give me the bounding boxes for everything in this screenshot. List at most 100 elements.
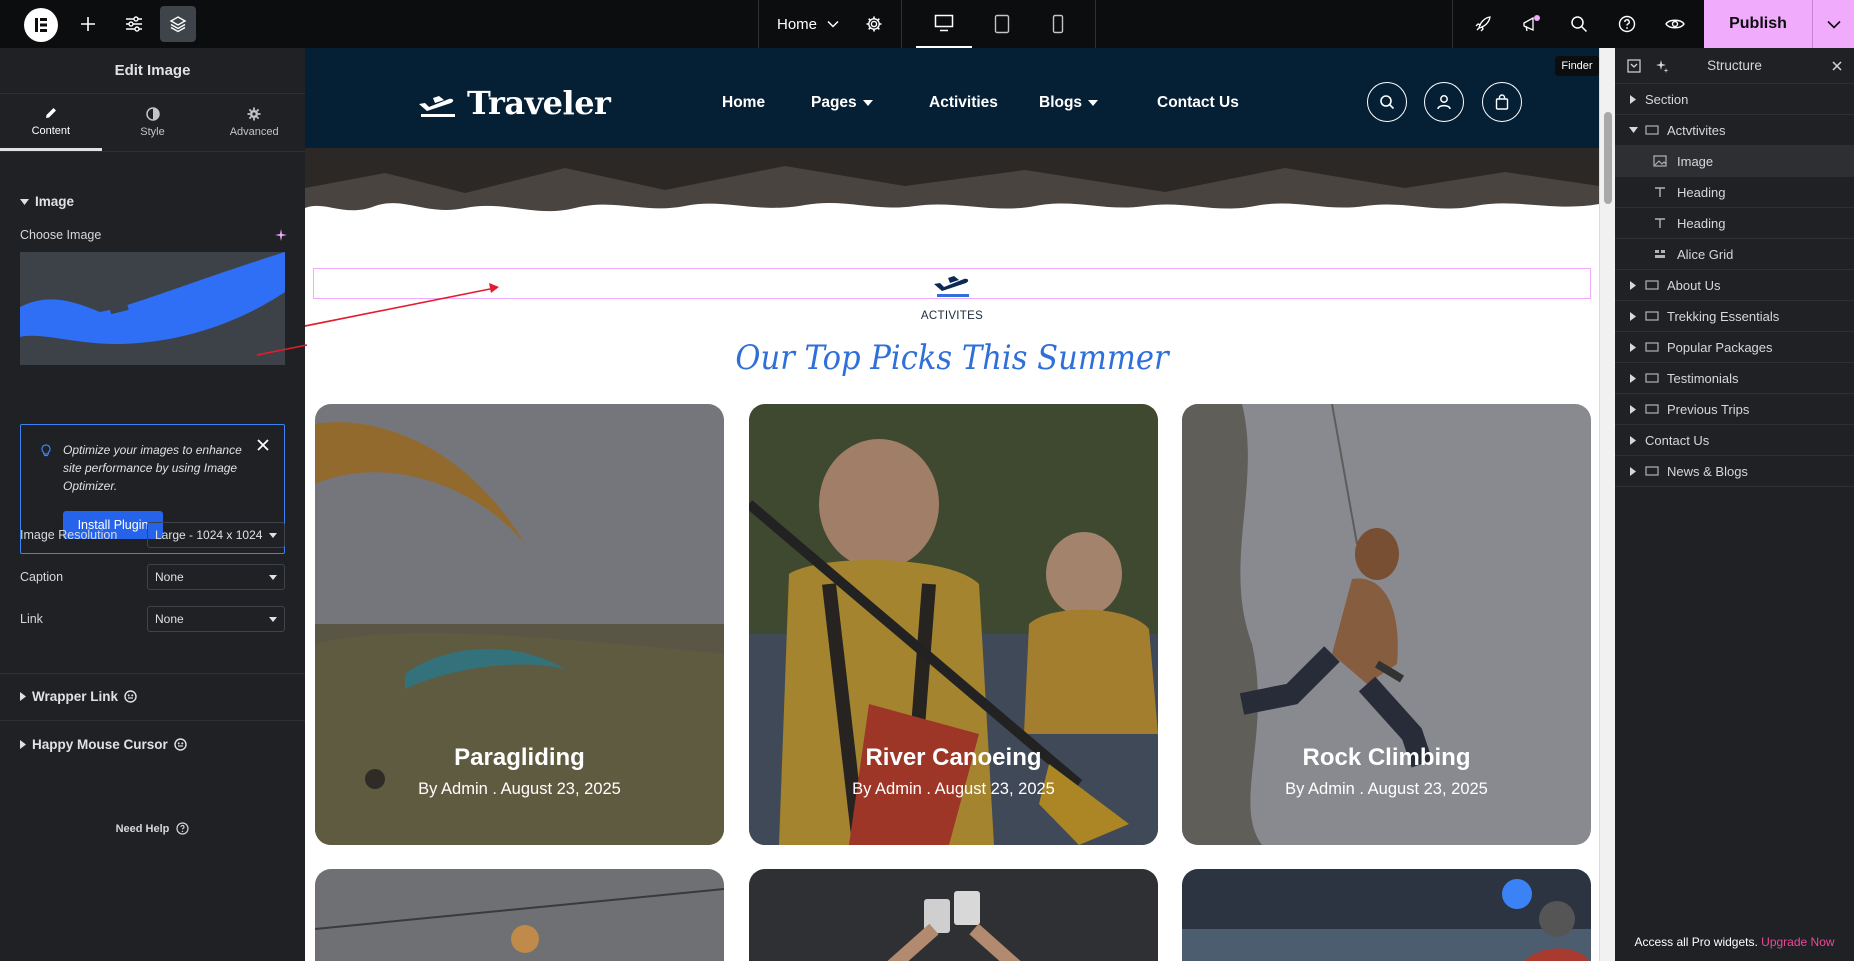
- caret-down-icon[interactable]: [1629, 127, 1638, 133]
- structure-item-label: About Us: [1667, 277, 1721, 293]
- section-happy-cursor-toggle[interactable]: Happy Mouse Cursor: [0, 737, 207, 752]
- activity-card[interactable]: [1182, 869, 1591, 961]
- page-settings-button[interactable]: [854, 0, 894, 48]
- tab-content[interactable]: Content: [0, 94, 102, 151]
- ai-sparkle-icon[interactable]: [1655, 59, 1669, 73]
- ai-sparkle-button[interactable]: [274, 228, 288, 242]
- structure-item[interactable]: Testimonials: [1615, 363, 1854, 394]
- caret-right-icon[interactable]: [1630, 374, 1636, 383]
- activity-card[interactable]: River Canoeing By Admin . August 23, 202…: [749, 404, 1158, 845]
- header-search-button[interactable]: [1367, 82, 1407, 122]
- annotation-arrow-tail: [256, 344, 308, 356]
- structure-item[interactable]: About Us: [1615, 270, 1854, 301]
- tab-style[interactable]: Style: [102, 94, 204, 151]
- caret-right-icon[interactable]: [1630, 312, 1636, 321]
- scrollbar-thumb[interactable]: [1604, 112, 1612, 204]
- desktop-icon: [934, 14, 954, 32]
- rocket-icon: [1475, 16, 1491, 32]
- header-account-button[interactable]: [1424, 82, 1464, 122]
- tablet-view-button[interactable]: [976, 0, 1028, 48]
- caret-right-icon[interactable]: [1630, 343, 1636, 352]
- desktop-view-button[interactable]: [916, 0, 972, 48]
- header-cart-button[interactable]: [1482, 82, 1522, 122]
- close-icon[interactable]: [1832, 61, 1842, 71]
- plus-icon: [81, 17, 95, 31]
- tab-advanced[interactable]: Advanced: [203, 94, 305, 151]
- help-icon: [176, 822, 189, 835]
- structure-item[interactable]: Image: [1615, 146, 1854, 177]
- activity-card[interactable]: [749, 869, 1158, 961]
- nav-blogs[interactable]: Blogs: [1039, 94, 1099, 112]
- structure-item[interactable]: Alice Grid: [1615, 239, 1854, 270]
- page-name: Home: [777, 15, 818, 33]
- nav-pages[interactable]: Pages: [811, 94, 873, 112]
- finder-button[interactable]: [1559, 0, 1599, 48]
- link-select[interactable]: None: [147, 606, 285, 632]
- activities-plane-image[interactable]: [931, 270, 973, 300]
- container-icon: [1645, 125, 1659, 135]
- nav-activities[interactable]: Activities: [929, 94, 998, 112]
- caret-right-icon[interactable]: [1630, 405, 1636, 414]
- elementor-logo-button[interactable]: [24, 8, 58, 42]
- caret-right-icon[interactable]: [1630, 95, 1636, 104]
- collapse-all-icon[interactable]: [1627, 59, 1641, 73]
- structure-item[interactable]: Actvtivites: [1615, 115, 1854, 146]
- mobile-view-button[interactable]: [1032, 0, 1084, 48]
- heading-icon: [1655, 187, 1665, 197]
- section-wrapper-link-toggle[interactable]: Wrapper Link: [0, 689, 157, 704]
- caption-select[interactable]: None: [147, 564, 285, 590]
- structure-item[interactable]: Contact Us: [1615, 425, 1854, 456]
- nav-home[interactable]: Home: [722, 94, 765, 112]
- card-overlay: [749, 404, 1158, 845]
- image-resolution-label: Image Resolution: [20, 528, 118, 542]
- happy-cursor-label: Happy Mouse Cursor: [32, 737, 168, 752]
- launchpad-button[interactable]: [1463, 0, 1503, 48]
- nav-contact[interactable]: Contact Us: [1157, 94, 1239, 112]
- add-element-button[interactable]: [68, 0, 108, 48]
- structure-tree: Section Actvtivites Image Heading Heading Ali…: [1615, 84, 1854, 487]
- heading-icon: [1655, 218, 1665, 228]
- need-help-link[interactable]: Need Help: [0, 822, 305, 835]
- structure-item[interactable]: Heading: [1615, 177, 1854, 208]
- canvas-scrollbar[interactable]: [1599, 48, 1615, 961]
- right-toolbar: [1452, 0, 1704, 48]
- image-resolution-select[interactable]: Large - 1024 x 1024: [147, 522, 285, 548]
- container-icon: [1645, 404, 1659, 414]
- whats-new-button[interactable]: [1511, 0, 1551, 48]
- eye-icon: [1665, 19, 1685, 29]
- structure-item-label: News & Blogs: [1667, 463, 1748, 479]
- structure-item[interactable]: Previous Trips: [1615, 394, 1854, 425]
- activity-card[interactable]: [315, 869, 724, 961]
- activity-card[interactable]: Rock Climbing By Admin . August 23, 2025: [1182, 404, 1591, 845]
- card-title: Paragliding: [454, 744, 585, 771]
- structure-item-label: Image: [1677, 153, 1714, 169]
- site-settings-button[interactable]: [114, 0, 154, 48]
- biking-image: [1182, 869, 1591, 961]
- need-help-label: Need Help: [115, 822, 170, 835]
- activity-card[interactable]: Paragliding By Admin . August 23, 2025: [315, 404, 724, 845]
- image-preview[interactable]: [20, 252, 285, 365]
- preview-button[interactable]: [1655, 0, 1695, 48]
- upgrade-now-link[interactable]: Upgrade Now: [1761, 935, 1834, 949]
- structure-item[interactable]: News & Blogs: [1615, 456, 1854, 487]
- structure-item[interactable]: Section: [1615, 84, 1854, 115]
- structure-item-label: Alice Grid: [1677, 246, 1734, 262]
- publish-button[interactable]: Publish: [1704, 15, 1812, 33]
- floating-cursor-dot: [1502, 879, 1532, 909]
- dismiss-notice-button[interactable]: [257, 439, 269, 451]
- notice-text: Optimize your images to enhance site per…: [63, 443, 242, 493]
- container-icon: [1645, 373, 1659, 383]
- section-image-toggle[interactable]: Image: [0, 194, 94, 209]
- caret-right-icon[interactable]: [1630, 436, 1636, 445]
- help-button[interactable]: [1607, 0, 1647, 48]
- structure-toggle-button[interactable]: [160, 6, 196, 42]
- caret-down-icon: [269, 617, 277, 622]
- publish-options-button[interactable]: [1812, 0, 1854, 48]
- caption-value: None: [155, 570, 184, 584]
- structure-item[interactable]: Popular Packages: [1615, 332, 1854, 363]
- caret-right-icon[interactable]: [1630, 467, 1636, 476]
- editor-left-panel: Edit Image Content Style Advanced Image …: [0, 48, 305, 961]
- structure-item[interactable]: Trekking Essentials: [1615, 301, 1854, 332]
- structure-item[interactable]: Heading: [1615, 208, 1854, 239]
- caret-right-icon[interactable]: [1630, 281, 1636, 290]
